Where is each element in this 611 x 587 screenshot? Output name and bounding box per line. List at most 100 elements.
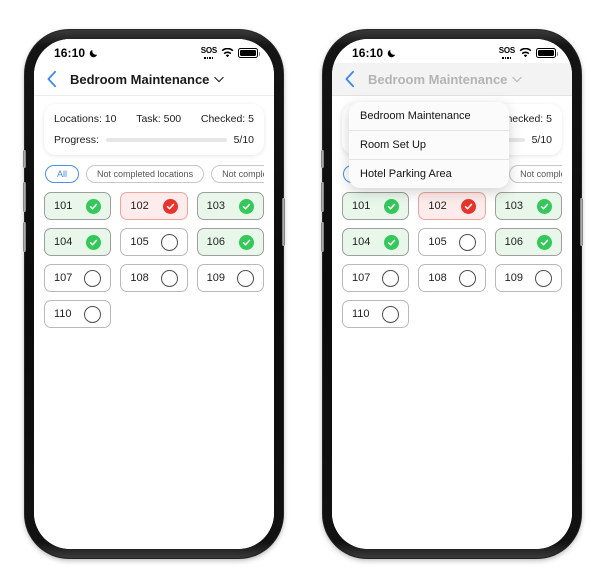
- dropdown-menu-item[interactable]: Bedroom Maintenance: [349, 102, 509, 131]
- unchecked-circle-icon[interactable]: [535, 269, 552, 287]
- battery-icon: [238, 48, 260, 58]
- check-circle-red-icon[interactable]: [162, 198, 178, 214]
- volume-down-button[interactable]: [321, 222, 324, 252]
- checked-count: Checked: 5: [200, 113, 254, 125]
- nav-title-dropdown-trigger[interactable]: Bedroom Maintenance: [70, 71, 225, 87]
- unchecked-circle-icon[interactable]: [84, 269, 102, 287]
- summary-card: Locations: 10 Task: 500 Checked: 5 Progr…: [44, 104, 264, 155]
- location-card[interactable]: 105: [418, 228, 486, 256]
- phone-device-left: 16:10 SOS Bedroom Maintenance Locations:…: [23, 30, 285, 558]
- back-chevron-icon[interactable]: [344, 70, 356, 88]
- unchecked-circle-icon[interactable]: [382, 269, 400, 287]
- check-circle-green-icon[interactable]: [537, 198, 552, 214]
- location-card[interactable]: 108: [418, 264, 486, 292]
- unchecked-circle-icon[interactable]: [160, 269, 178, 287]
- location-card[interactable]: 110: [342, 300, 410, 328]
- location-card-label: 110: [54, 308, 72, 320]
- filter-chip[interactable]: All: [45, 165, 80, 183]
- page-title: Bedroom Maintenance: [368, 71, 508, 87]
- location-grid: 101 102 103 104 105 106 107 108 109 110: [342, 192, 562, 328]
- location-card[interactable]: 108: [120, 264, 188, 292]
- check-circle-red-icon[interactable]: [460, 198, 476, 214]
- status-bar-left: 16:10: [54, 46, 99, 60]
- unchecked-circle-icon[interactable]: [458, 269, 476, 287]
- location-card[interactable]: 103: [196, 192, 264, 220]
- location-card[interactable]: 109: [494, 264, 562, 292]
- location-card[interactable]: 105: [120, 228, 188, 256]
- sos-label: SOS: [498, 46, 516, 56]
- chevron-down-icon: [214, 76, 225, 83]
- location-card-label: 105: [130, 236, 149, 248]
- location-card-label: 108: [130, 272, 149, 284]
- location-grid: 101 102 103 104 105 106 107 108 109 110: [44, 192, 264, 328]
- nav-title-dropdown-trigger[interactable]: Bedroom Maintenance: [368, 71, 523, 87]
- location-card[interactable]: 102: [120, 192, 188, 220]
- location-card[interactable]: 104: [44, 228, 112, 256]
- location-card[interactable]: 106: [196, 228, 264, 256]
- location-card-label: 109: [206, 272, 226, 284]
- power-button[interactable]: [282, 198, 285, 246]
- location-card[interactable]: 110: [44, 300, 112, 328]
- unchecked-circle-icon[interactable]: [160, 233, 178, 251]
- check-circle-green-icon[interactable]: [239, 234, 254, 250]
- filter-chip[interactable]: Not completed locations: [86, 165, 205, 183]
- silent-switch-button[interactable]: [321, 150, 324, 168]
- location-card[interactable]: 107: [342, 264, 410, 292]
- status-bar-right: SOS: [200, 46, 260, 59]
- check-circle-green-icon[interactable]: [384, 234, 400, 250]
- location-card[interactable]: 102: [418, 192, 486, 220]
- check-circle-green-icon[interactable]: [86, 234, 102, 250]
- main-content: Locations: 10 Task: 500 Checked: 5 Progr…: [34, 96, 274, 549]
- unchecked-circle-icon[interactable]: [237, 269, 254, 287]
- check-circle-green-icon[interactable]: [239, 198, 254, 214]
- location-card[interactable]: 109: [196, 264, 264, 292]
- location-card[interactable]: 103: [494, 192, 562, 220]
- check-circle-green-icon[interactable]: [86, 198, 102, 214]
- location-card[interactable]: 101: [44, 192, 112, 220]
- location-card-label: 104: [352, 236, 371, 248]
- page-title: Bedroom Maintenance: [70, 71, 210, 87]
- back-chevron-icon[interactable]: [46, 70, 58, 88]
- unchecked-circle-icon[interactable]: [382, 305, 400, 323]
- location-card-label: 101: [54, 200, 73, 212]
- volume-up-button[interactable]: [321, 182, 324, 212]
- sos-label: SOS: [200, 46, 218, 56]
- location-card-label: 105: [428, 236, 447, 248]
- location-card[interactable]: 106: [494, 228, 562, 256]
- dropdown-menu-item[interactable]: Room Set Up: [349, 131, 509, 160]
- volume-down-button[interactable]: [23, 222, 26, 252]
- location-card-label: 104: [54, 236, 73, 248]
- location-card[interactable]: 101: [342, 192, 410, 220]
- phone-screen-right: 16:10 SOS Bedroom Maintenance Checked: 5…: [332, 39, 572, 549]
- silent-switch-button[interactable]: [23, 150, 26, 168]
- location-card-label: 103: [504, 200, 524, 212]
- filter-chip[interactable]: Not completed locations: [509, 165, 562, 183]
- sos-signal-dots: [502, 57, 512, 59]
- power-button[interactable]: [580, 198, 583, 246]
- moon-icon: [89, 48, 99, 58]
- filter-chip[interactable]: Not completed locations: [211, 165, 264, 183]
- location-card-label: 107: [54, 272, 73, 284]
- unchecked-circle-icon[interactable]: [84, 305, 102, 323]
- location-card[interactable]: 104: [342, 228, 410, 256]
- location-card-label: 101: [352, 200, 371, 212]
- check-circle-green-icon[interactable]: [384, 198, 400, 214]
- unchecked-circle-icon[interactable]: [458, 233, 476, 251]
- location-card-label: 102: [130, 200, 149, 212]
- volume-up-button[interactable]: [23, 182, 26, 212]
- location-card-label: 108: [428, 272, 447, 284]
- location-card-label: 109: [504, 272, 524, 284]
- progress-value: 5/10: [531, 134, 552, 146]
- check-circle-green-icon[interactable]: [537, 234, 552, 250]
- status-bar: 16:10 SOS: [332, 39, 572, 63]
- task-selector-dropdown[interactable]: Bedroom Maintenance Room Set Up Hotel Park…: [349, 102, 509, 188]
- sos-icon: SOS: [498, 46, 516, 59]
- location-card-label: 103: [206, 200, 226, 212]
- sos-signal-dots: [204, 57, 214, 59]
- filter-chip-list[interactable]: All Not completed locations Not completed …: [44, 165, 264, 183]
- location-card[interactable]: 107: [44, 264, 112, 292]
- wifi-icon: [221, 48, 234, 58]
- dropdown-menu-item[interactable]: Hotel Parking Area: [349, 160, 509, 188]
- progress-value: 5/10: [233, 134, 254, 146]
- status-bar-time: 16:10: [54, 46, 86, 60]
